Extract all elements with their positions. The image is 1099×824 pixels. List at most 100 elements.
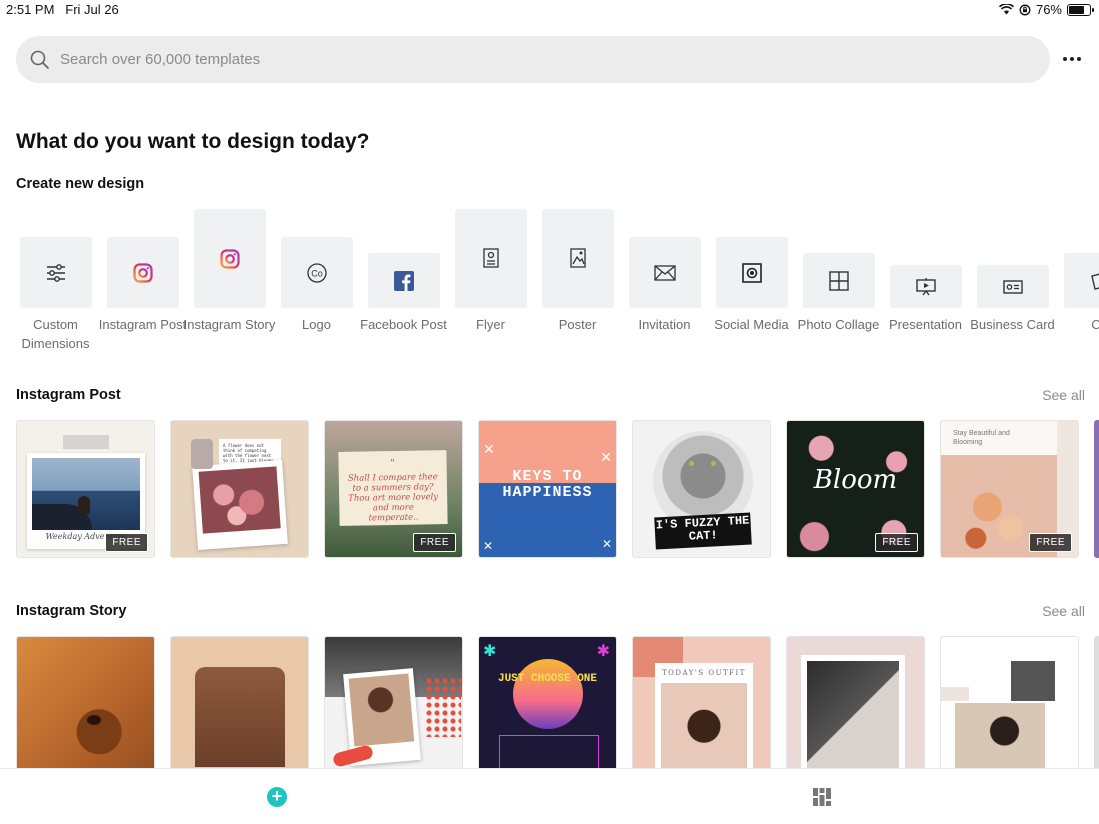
- status-right: 76%: [998, 2, 1094, 17]
- palm-icon: ✱: [483, 643, 497, 660]
- see-all-instagram-post[interactable]: See all: [1042, 387, 1085, 403]
- type-instagram-story[interactable]: Instagram Story: [184, 205, 275, 360]
- search-input[interactable]: [60, 51, 960, 68]
- card-headline: I'S FUZZY THE CAT!: [655, 513, 750, 544]
- see-all-instagram-story[interactable]: See all: [1042, 603, 1085, 619]
- presentation-icon: [915, 277, 936, 295]
- story-photo: [955, 703, 1045, 768]
- story-card[interactable]: [786, 636, 925, 768]
- battery-icon: [1067, 3, 1094, 16]
- story-card[interactable]: [324, 636, 463, 768]
- type-tile: Co: [280, 237, 353, 308]
- search-bar[interactable]: [16, 36, 1050, 83]
- story-photo: [195, 667, 285, 767]
- create-new-design-label: Create new design: [16, 176, 145, 192]
- status-bar: 2:51 PM Fri Jul 26 76%: [0, 0, 1099, 20]
- template-card[interactable]: A flower does not think of competing wit…: [170, 420, 309, 558]
- quote-paper: “ Shall I compare thee to a summers day?…: [338, 450, 448, 526]
- story-card[interactable]: TODAY'S OUTFIT: [632, 636, 771, 768]
- card-headline: KEYS TO HAPPINESS: [502, 468, 593, 501]
- flyer-icon: [482, 248, 499, 268]
- section-title-instagram-story: Instagram Story: [16, 603, 127, 619]
- page-title: What do you want to design today?: [16, 130, 370, 153]
- create-design-plus-icon[interactable]: +: [267, 787, 287, 807]
- story-card[interactable]: [940, 636, 1079, 768]
- dried-flower: [191, 439, 213, 469]
- label-band: I'S FUZZY THE CAT!: [654, 512, 752, 550]
- story-card[interactable]: [16, 636, 155, 768]
- type-tile: [889, 265, 962, 308]
- quote-text: Shall I compare thee to a summers day? T…: [347, 472, 439, 524]
- type-tile: [976, 265, 1049, 308]
- card-headline: TODAY'S OUTFIT: [662, 669, 746, 677]
- facebook-icon: [393, 270, 414, 291]
- type-social-media[interactable]: Social Media: [708, 205, 795, 360]
- instagram-icon: [132, 262, 153, 283]
- free-badge: FREE: [1029, 533, 1072, 552]
- tape: [63, 435, 109, 449]
- quote-mark: “: [390, 455, 395, 471]
- type-card[interactable]: Ca: [1056, 205, 1099, 360]
- type-business-card[interactable]: Business Card: [969, 205, 1056, 360]
- type-presentation[interactable]: Presentation: [882, 205, 969, 360]
- template-card[interactable]: Weekday Adventure FREE: [16, 420, 155, 558]
- type-photo-collage[interactable]: Photo Collage: [795, 205, 882, 360]
- type-tile: [628, 237, 701, 308]
- story-card[interactable]: JUST CHOOSE ONE ✱ ✱: [478, 636, 617, 768]
- card-icon: [1090, 272, 1099, 290]
- template-card-partial[interactable]: [1094, 420, 1099, 558]
- more-options-icon[interactable]: [1059, 48, 1085, 70]
- business-card-icon: [1002, 279, 1023, 294]
- template-card[interactable]: Stay Beautiful and Blooming FREE: [940, 420, 1079, 558]
- type-label: Ca: [1091, 317, 1099, 332]
- template-card[interactable]: Bloom FREE: [786, 420, 925, 558]
- card-headline: JUST CHOOSE ONE: [497, 673, 598, 685]
- poster-icon: [569, 248, 586, 268]
- type-invitation[interactable]: Invitation: [621, 205, 708, 360]
- search-icon: [30, 50, 49, 69]
- type-facebook-post[interactable]: Facebook Post: [360, 205, 447, 360]
- template-card[interactable]: “ Shall I compare thee to a summers day?…: [324, 420, 463, 558]
- status-time: 2:51 PM Fri Jul 26: [6, 2, 119, 17]
- story-card-partial[interactable]: [1094, 636, 1099, 768]
- orientation-lock-icon: [1019, 4, 1031, 15]
- dot-pattern: [425, 677, 461, 737]
- svg-text:Co: Co: [311, 268, 323, 278]
- type-tile: [454, 209, 527, 308]
- template-card[interactable]: I'S FUZZY THE CAT!: [632, 420, 771, 558]
- card-headline: Bloom: [813, 465, 898, 495]
- photo-frame: [801, 655, 905, 768]
- instagram-post-row: Weekday Adventure FREE A flower does not…: [16, 420, 1099, 560]
- tape: [941, 687, 969, 701]
- x-mark: ✕: [483, 441, 495, 457]
- type-tile: [106, 237, 179, 308]
- palm-icon: ✱: [596, 643, 610, 660]
- x-mark: ✕: [483, 539, 494, 553]
- sunset-circle: [513, 659, 583, 729]
- free-badge: FREE: [413, 533, 456, 552]
- social-media-icon: [741, 262, 762, 283]
- free-badge: FREE: [105, 533, 148, 552]
- type-flyer[interactable]: Flyer: [447, 205, 534, 360]
- type-tile: [715, 237, 788, 308]
- x-mark: ✕: [600, 449, 612, 465]
- type-instagram-post[interactable]: Instagram Post: [99, 205, 186, 360]
- story-card[interactable]: [170, 636, 309, 768]
- info-box: [499, 735, 599, 768]
- type-tile: [367, 253, 440, 308]
- type-logo[interactable]: Co Logo: [273, 205, 360, 360]
- template-card[interactable]: KEYS TO HAPPINESS ✕ ✕ ✕ ✕: [478, 420, 617, 558]
- battery-percent: 76%: [1035, 2, 1062, 17]
- type-tile: [802, 253, 875, 308]
- design-types-row: Custom Dimensions Instagram Post Instagr…: [0, 205, 1099, 360]
- photo-flowers: [198, 466, 281, 534]
- type-custom-dimensions[interactable]: Custom Dimensions: [12, 205, 99, 360]
- logo-co-icon: Co: [306, 262, 327, 283]
- free-badge: FREE: [875, 533, 918, 552]
- type-poster[interactable]: Poster: [534, 205, 621, 360]
- photo-frame: TODAY'S OUTFIT: [655, 663, 753, 768]
- designs-grid-icon[interactable]: [813, 788, 831, 806]
- instagram-icon: [219, 249, 240, 269]
- instagram-story-row: JUST CHOOSE ONE ✱ ✱ TODAY'S OUTFIT: [16, 636, 1099, 768]
- collage-icon: [828, 270, 849, 291]
